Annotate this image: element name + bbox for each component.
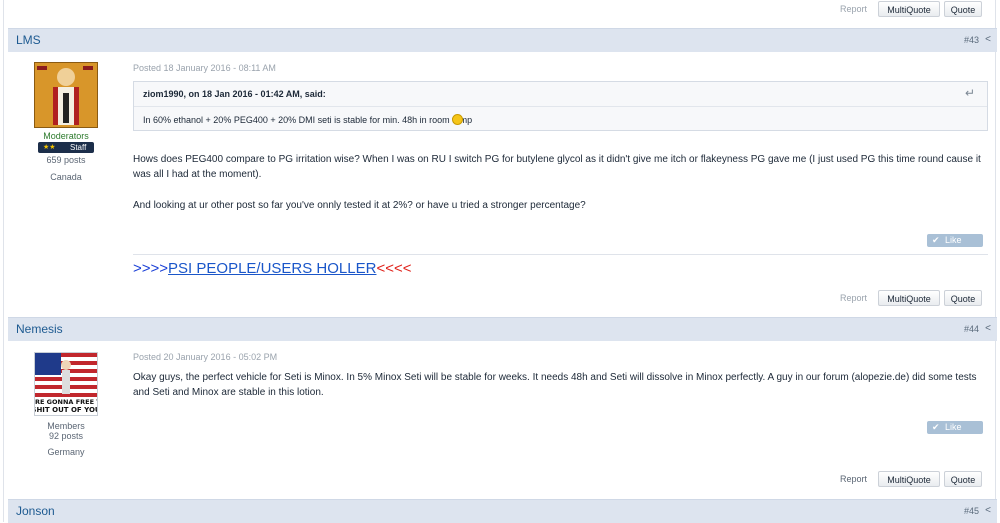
post-header: LMS #43 < — [8, 28, 997, 52]
report-link[interactable]: Report — [840, 1, 867, 17]
post-count: 92 posts — [48, 431, 84, 441]
location: Germany — [47, 447, 85, 457]
share-icon[interactable]: < — [985, 34, 991, 45]
staff-badge: ★★ Staff — [38, 142, 94, 153]
user-group: Members — [47, 421, 85, 431]
post-header: Nemesis #44 < — [8, 317, 997, 341]
badge-label: Staff — [70, 143, 87, 152]
posted-date[interactable]: Posted 20 January 2016 - 05:02 PM — [133, 352, 277, 362]
share-icon[interactable]: < — [985, 323, 991, 334]
check-icon: ✔ — [932, 235, 940, 245]
post-count: 659 posts — [46, 155, 86, 165]
quote-box: ziom1990, on 18 Jan 2016 - 01:42 AM, sai… — [133, 81, 988, 131]
check-icon: ✔ — [932, 422, 940, 432]
avatar[interactable]: WE'RE GONNA FREE THE SHIT OUT OF YOU — [34, 352, 98, 416]
forum-thread: Report MultiQuote Quote LMS #43 < Modera… — [3, 0, 997, 523]
author-link[interactable]: Jonson — [16, 504, 55, 518]
post-number[interactable]: #45 — [964, 506, 979, 516]
signature: >>>>PSI PEOPLE/USERS HOLLER<<<< — [133, 260, 412, 278]
quote-citation: ziom1990, on 18 Jan 2016 - 01:42 AM, sai… — [134, 82, 987, 107]
avatar[interactable] — [34, 62, 98, 128]
svg-text:WE'RE GONNA FREE THE: WE'RE GONNA FREE THE — [35, 398, 97, 406]
signature-divider — [133, 254, 988, 255]
smiley-icon — [452, 114, 463, 125]
report-link[interactable]: Report — [840, 290, 867, 306]
icon-painting-icon — [35, 63, 97, 127]
location: Canada — [50, 172, 82, 182]
post-text: Hows does PEG400 compare to PG irritatio… — [133, 154, 981, 180]
report-link[interactable]: Report — [840, 471, 867, 487]
post-number[interactable]: #43 — [964, 35, 979, 45]
signature-arrows-left: >>>> — [133, 260, 169, 277]
share-icon[interactable]: < — [985, 505, 991, 516]
like-button[interactable]: ✔ Like This — [927, 421, 983, 445]
jump-to-post-icon[interactable]: ↵ — [965, 86, 975, 100]
quote-button[interactable]: Quote — [944, 471, 982, 487]
post-number[interactable]: #44 — [964, 324, 979, 334]
quote-button[interactable]: Quote — [944, 290, 982, 306]
posted-date[interactable]: Posted 18 January 2016 - 08:11 AM — [133, 63, 276, 73]
signature-arrows-right: <<<< — [376, 260, 412, 277]
signature-link[interactable]: PSI PEOPLE/USERS HOLLER — [168, 260, 376, 277]
multiquote-button[interactable]: MultiQuote — [878, 290, 940, 306]
quote-text: In 60% ethanol + 20% PEG400 + 20% DMI se… — [143, 115, 473, 125]
like-label: Like This — [945, 422, 963, 445]
post-header: Jonson #45 < — [8, 499, 997, 523]
quote-author: ziom1990, on 18 Jan 2016 - 01:42 AM, sai… — [143, 89, 326, 99]
post-text: Okay guys, the perfect vehicle for Seti … — [133, 372, 977, 398]
flag-avatar-icon: WE'RE GONNA FREE THE SHIT OUT OF YOU — [35, 353, 97, 415]
user-group: Moderators — [43, 131, 89, 141]
star-icon: ★★ — [43, 144, 56, 151]
post-text: And looking at ur other post so far you'… — [133, 200, 586, 211]
like-button[interactable]: ✔ Like This — [927, 234, 983, 258]
quote-button[interactable]: Quote — [944, 1, 982, 17]
multiquote-button[interactable]: MultiQuote — [878, 1, 940, 17]
author-link[interactable]: LMS — [16, 33, 41, 47]
svg-text:SHIT OUT OF YOU: SHIT OUT OF YOU — [35, 406, 97, 414]
multiquote-button[interactable]: MultiQuote — [878, 471, 940, 487]
author-link[interactable]: Nemesis — [16, 322, 63, 336]
